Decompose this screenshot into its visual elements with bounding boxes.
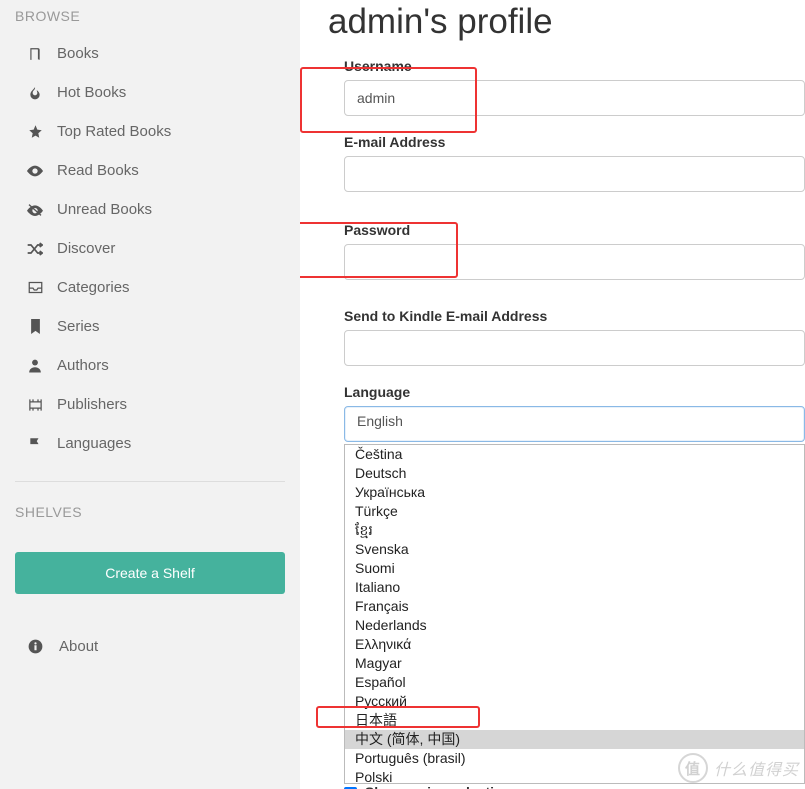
nav-item-books[interactable]: Books [15, 34, 285, 73]
nav-label: Languages [57, 435, 131, 452]
language-option[interactable]: Français [345, 597, 804, 616]
info-icon [25, 639, 45, 654]
book-icon [25, 47, 45, 61]
language-option[interactable]: Ελληνικά [345, 635, 804, 654]
nav-label: Read Books [57, 162, 139, 179]
bookmark-icon [25, 319, 45, 334]
password-input[interactable] [344, 244, 805, 280]
language-select-wrapper: English ČeštinaDeutschУкраїнськаTürkçeខ្… [328, 406, 805, 442]
language-option[interactable]: Русский [345, 692, 804, 711]
language-option[interactable]: Svenska [345, 540, 804, 559]
about-label: About [59, 638, 98, 655]
email-input[interactable] [344, 156, 805, 192]
nav-label: Publishers [57, 396, 127, 413]
create-shelf-button[interactable]: Create a Shelf [15, 552, 285, 594]
nav-item-series[interactable]: Series [15, 307, 285, 346]
about-link[interactable]: About [15, 628, 285, 665]
watermark: 值 什么值得买 [678, 753, 799, 783]
language-options-list: ČeštinaDeutschУкраїнськаTürkçeខ្មែរSvens… [344, 444, 805, 784]
email-label: E-mail Address [344, 134, 805, 150]
nav-label: Series [57, 318, 100, 335]
browse-heading: BROWSE [15, 8, 285, 34]
nav-label: Discover [57, 240, 115, 257]
nav-label: Authors [57, 357, 109, 374]
language-group: Language [328, 384, 805, 400]
language-option[interactable]: Deutsch [345, 464, 804, 483]
random-icon [25, 242, 45, 256]
divider [15, 481, 285, 482]
language-option[interactable]: Suomi [345, 559, 804, 578]
language-option[interactable]: Čeština [345, 445, 804, 464]
nav-label: Top Rated Books [57, 123, 171, 140]
page-title: admin's profile [328, 2, 805, 42]
browse-nav-list: Books Hot Books Top Rated Books Read Boo… [15, 34, 285, 463]
nav-item-languages[interactable]: Languages [15, 424, 285, 463]
nav-item-discover[interactable]: Discover [15, 229, 285, 268]
username-input[interactable] [344, 80, 805, 116]
main-content: admin's profile Username E-mail Address … [300, 0, 805, 789]
language-option[interactable]: Español [345, 673, 804, 692]
nav-label: Hot Books [57, 84, 126, 101]
kindle-input[interactable] [344, 330, 805, 366]
language-select[interactable]: English [344, 406, 805, 442]
password-group: Password [328, 222, 805, 280]
nav-label: Books [57, 45, 99, 62]
publisher-icon [25, 398, 45, 412]
username-label: Username [344, 58, 805, 74]
language-option[interactable]: Magyar [345, 654, 804, 673]
kindle-group: Send to Kindle E-mail Address [328, 308, 805, 366]
kindle-label: Send to Kindle E-mail Address [344, 308, 805, 324]
nav-item-read-books[interactable]: Read Books [15, 151, 285, 190]
watermark-badge-icon: 值 [678, 753, 708, 783]
nav-item-categories[interactable]: Categories [15, 268, 285, 307]
nav-label: Categories [57, 279, 130, 296]
star-icon [25, 124, 45, 139]
nav-item-hot-books[interactable]: Hot Books [15, 73, 285, 112]
eye-slash-icon [25, 203, 45, 217]
language-label: Language [344, 384, 805, 400]
language-option[interactable]: 中文 (简体, 中国) [345, 730, 804, 749]
email-group: E-mail Address [328, 134, 805, 192]
language-option[interactable]: 日本語 [345, 711, 804, 730]
eye-icon [25, 165, 45, 177]
user-icon [25, 358, 45, 373]
language-option[interactable]: Українська [345, 483, 804, 502]
inbox-icon [25, 281, 45, 294]
nav-label: Unread Books [57, 201, 152, 218]
nav-item-top-rated[interactable]: Top Rated Books [15, 112, 285, 151]
username-group: Username [328, 58, 805, 116]
nav-item-publishers[interactable]: Publishers [15, 385, 285, 424]
language-option[interactable]: Türkçe [345, 502, 804, 521]
password-label: Password [344, 222, 805, 238]
nav-item-authors[interactable]: Authors [15, 346, 285, 385]
shelves-heading: SHELVES [15, 504, 285, 530]
nav-item-unread-books[interactable]: Unread Books [15, 190, 285, 229]
language-option[interactable]: ខ្មែរ [345, 521, 804, 540]
fire-icon [25, 85, 45, 101]
language-option[interactable]: Italiano [345, 578, 804, 597]
sidebar: BROWSE Books Hot Books Top Rated Books R… [0, 0, 300, 789]
language-option[interactable]: Nederlands [345, 616, 804, 635]
flag-icon [25, 436, 45, 451]
watermark-text: 什么值得买 [714, 756, 799, 780]
